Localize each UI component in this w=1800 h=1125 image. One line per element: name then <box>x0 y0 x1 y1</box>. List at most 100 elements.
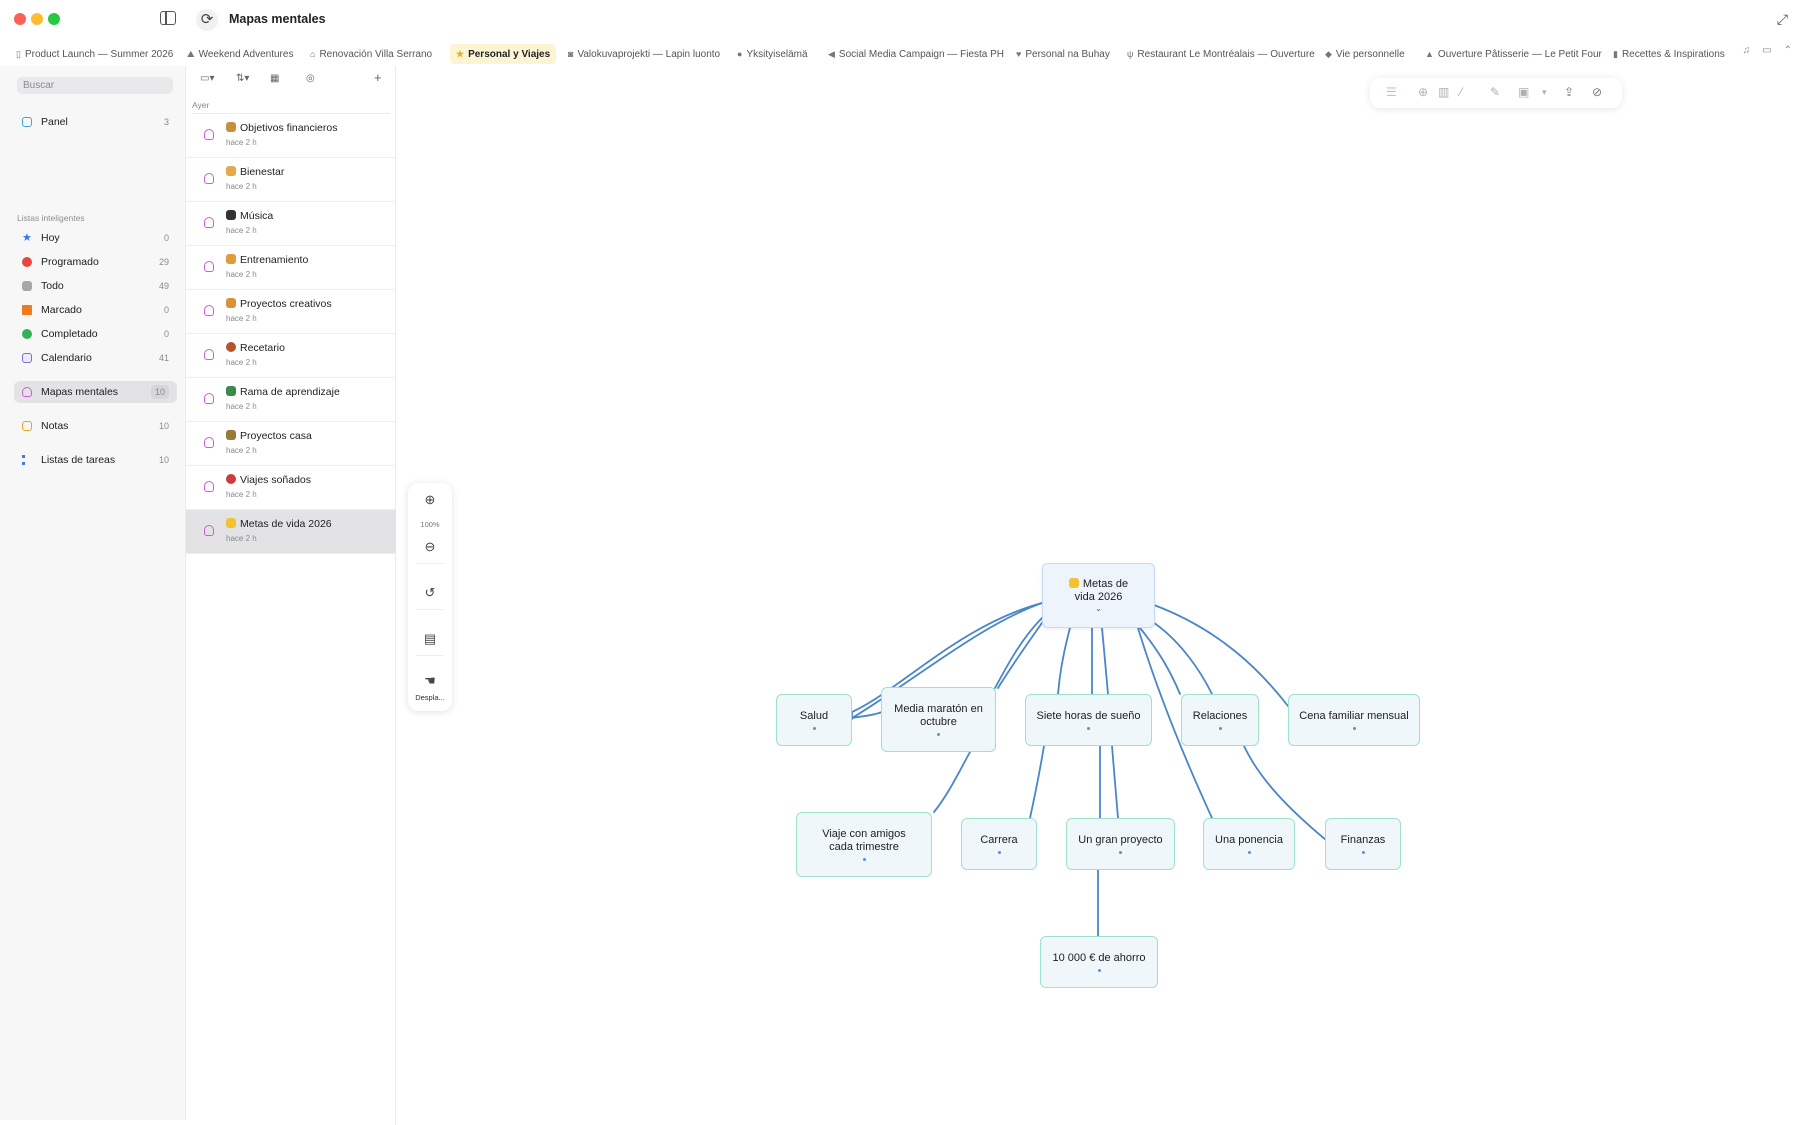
node-label: Salud <box>799 710 829 722</box>
view-mode-icon[interactable]: ▦ <box>270 73 279 84</box>
tab-restaurant[interactable]: ψ Restaurant Le Montréalais — Ouverture <box>1121 44 1321 64</box>
close-window-button[interactable] <box>14 13 26 25</box>
tab-personal-y-viajes[interactable]: ★ Personal y Viajes <box>450 44 557 64</box>
search-input[interactable]: Buscar <box>17 77 173 94</box>
list-item[interactable]: Proyectos creativos hace 2 h <box>186 290 396 334</box>
tab-ouverture-patisserie[interactable]: ▲ Ouverture Pâtisserie — Le Petit Four <box>1419 44 1608 64</box>
add-icon[interactable]: + <box>374 70 382 85</box>
tab-valokuvaprojekti[interactable]: ◙ Valokuvaprojekti — Lapin luonto <box>562 44 726 64</box>
sidebar-item-marcado[interactable]: Marcado 0 <box>14 299 177 321</box>
item-timestamp: hace 2 h <box>226 534 257 543</box>
sync-icon[interactable]: ⟳ <box>196 9 218 31</box>
inbox-filter-icon[interactable]: ▭▾ <box>200 73 214 84</box>
brush-icon[interactable]: ✎ <box>1490 85 1500 99</box>
node-label: Una ponencia <box>1215 834 1283 846</box>
sidebar-item-programado[interactable]: Programado 29 <box>14 251 177 273</box>
maximize-window-button[interactable] <box>48 13 60 25</box>
sidebar-toggle-icon[interactable] <box>160 11 176 25</box>
tab-label: Recettes & Inspirations <box>1621 49 1725 60</box>
sidebar-item-panel[interactable]: Panel 3 <box>14 111 177 133</box>
bell-icon[interactable]: ♫ <box>1743 45 1751 56</box>
tab-yksityiselama[interactable]: ● Yksityiselämä <box>731 44 814 64</box>
mindmap-node[interactable]: Finanzas <box>1325 818 1401 870</box>
chevron-down-icon[interactable]: ⌄ <box>1095 605 1102 613</box>
check-icon[interactable]: ⊘ <box>1592 85 1602 99</box>
sidebar-item-notas[interactable]: Notas 10 <box>14 415 177 437</box>
mindmap-node[interactable]: Relaciones <box>1181 694 1259 746</box>
tab-product-launch[interactable]: ▯ Product Launch — Summer 2026 <box>10 44 179 64</box>
mindmap-node[interactable]: Carrera <box>961 818 1037 870</box>
mindmap-icon <box>204 305 214 316</box>
checklist-icon <box>22 455 32 465</box>
chevron-down-icon[interactable]: ▾ <box>1542 87 1547 98</box>
list-item[interactable]: Recetario hace 2 h <box>186 334 396 378</box>
list-toolbar: ▭▾ ⇅▾ ▦ ◎ + <box>186 66 396 94</box>
mindmap-node[interactable]: Salud <box>776 694 852 746</box>
circle-icon: ● <box>737 49 743 59</box>
pan-hand-icon[interactable]: ☚ <box>408 673 452 689</box>
list-item[interactable]: Objetivos financieros hace 2 h <box>186 114 396 158</box>
zoom-panel: ⊕ 100% ⊖ ↺ ▤ ☚ Despla... <box>408 483 452 711</box>
sidebar-item-hoy[interactable]: ★ Hoy 0 <box>14 227 177 249</box>
sidebar-item-calendario[interactable]: Calendario 41 <box>14 347 177 369</box>
mindmap-root-node[interactable]: Metas de vida 2026 ⌄ <box>1042 563 1155 628</box>
house-icon: ⌂ <box>310 49 316 59</box>
layout-toggle-icon[interactable]: ▤ <box>408 631 452 647</box>
pencil-icon[interactable]: ⁄ <box>1460 85 1462 99</box>
minimize-window-button[interactable] <box>31 13 43 25</box>
list-group-header: Ayer <box>192 96 390 114</box>
pan-label: Despla... <box>415 693 445 702</box>
add-node-icon[interactable]: ⊕ <box>1418 85 1428 99</box>
mindmap-node[interactable]: Una ponencia <box>1203 818 1295 870</box>
list-item[interactable]: Proyectos casa hace 2 h <box>186 422 396 466</box>
style-lines-icon[interactable]: ☰ <box>1386 85 1397 99</box>
mindmap-node[interactable]: 10 000 € de ahorro <box>1040 936 1158 988</box>
tab-vie-personnelle[interactable]: ◆ Vie personnelle <box>1319 44 1411 64</box>
star-icon: ★ <box>22 232 32 244</box>
check-filter-icon[interactable]: ◎ <box>306 73 315 84</box>
sidebar-item-listas-de-tareas[interactable]: Listas de tareas 10 <box>14 449 177 471</box>
mindmap-icon <box>204 129 214 140</box>
tab-social-media[interactable]: ◀ Social Media Campaign — Fiesta PH <box>822 44 1010 64</box>
trash-icon[interactable]: ▥ <box>1438 85 1449 99</box>
mindmap-node[interactable]: Cena familiar mensual <box>1288 694 1420 746</box>
list-item[interactable]: Metas de vida 2026 hace 2 h <box>186 510 396 554</box>
list-item[interactable]: Entrenamiento hace 2 h <box>186 246 396 290</box>
layout-icon[interactable]: ▣ <box>1518 85 1529 99</box>
item-title: Bienestar <box>240 166 285 178</box>
share-icon[interactable]: ⇪ <box>1564 85 1574 99</box>
sidebar-item-mapas-mentales[interactable]: Mapas mentales 10 <box>14 381 177 403</box>
zoom-in-icon[interactable]: ⊕ <box>408 492 452 508</box>
check-circle-icon <box>22 329 32 339</box>
tab-label: Yksityiselämä <box>746 49 808 60</box>
list-item[interactable]: Rama de aprendizaje hace 2 h <box>186 378 396 422</box>
tab-renovacion[interactable]: ⌂ Renovación Villa Serrano <box>304 44 438 64</box>
tab-personal-na-buhay[interactable]: ♥ Personal na Buhay <box>1010 44 1116 64</box>
sidebar-item-completado[interactable]: Completado 0 <box>14 323 177 345</box>
zoom-out-icon[interactable]: ⊖ <box>408 539 452 555</box>
sidebar-item-count: 0 <box>163 329 169 339</box>
tab-weekend-adventures[interactable]: ⛰ Weekend Adventures <box>181 44 299 64</box>
mindmap-node[interactable]: Un gran proyecto <box>1066 818 1175 870</box>
mindmap-node[interactable]: Media maratón en octubre <box>881 687 996 752</box>
layout-icon[interactable]: ▭ <box>1762 45 1771 56</box>
mindmap-node[interactable]: Viaje con amigos cada trimestre <box>796 812 932 877</box>
tab-recettes[interactable]: ▮ Recettes & Inspirations <box>1607 44 1731 64</box>
sidebar-item-count: 10 <box>150 385 169 399</box>
sort-icon[interactable]: ⇅▾ <box>236 73 249 84</box>
mindmap-icon <box>204 217 214 228</box>
chevron-up-icon[interactable]: ⌃ <box>1784 45 1792 56</box>
document-icon: ▯ <box>16 49 21 59</box>
item-timestamp: hace 2 h <box>226 490 257 499</box>
reset-view-icon[interactable]: ↺ <box>408 585 452 601</box>
sidebar-item-todo[interactable]: Todo 49 <box>14 275 177 297</box>
list-item[interactable]: Viajes soñados hace 2 h <box>186 466 396 510</box>
mindmap-icon <box>204 393 214 404</box>
fullscreen-icon[interactable]: ⤢ <box>1777 11 1788 28</box>
item-timestamp: hace 2 h <box>226 402 257 411</box>
list-item[interactable]: Música hace 2 h <box>186 202 396 246</box>
tab-bar: ▯ Product Launch — Summer 2026 ⛰ Weekend A… <box>0 42 1800 66</box>
list-item[interactable]: Bienestar hace 2 h <box>186 158 396 202</box>
mindmap-node[interactable]: Siete horas de sueño <box>1025 694 1152 746</box>
sidebar-item-label: Notas <box>41 420 69 432</box>
